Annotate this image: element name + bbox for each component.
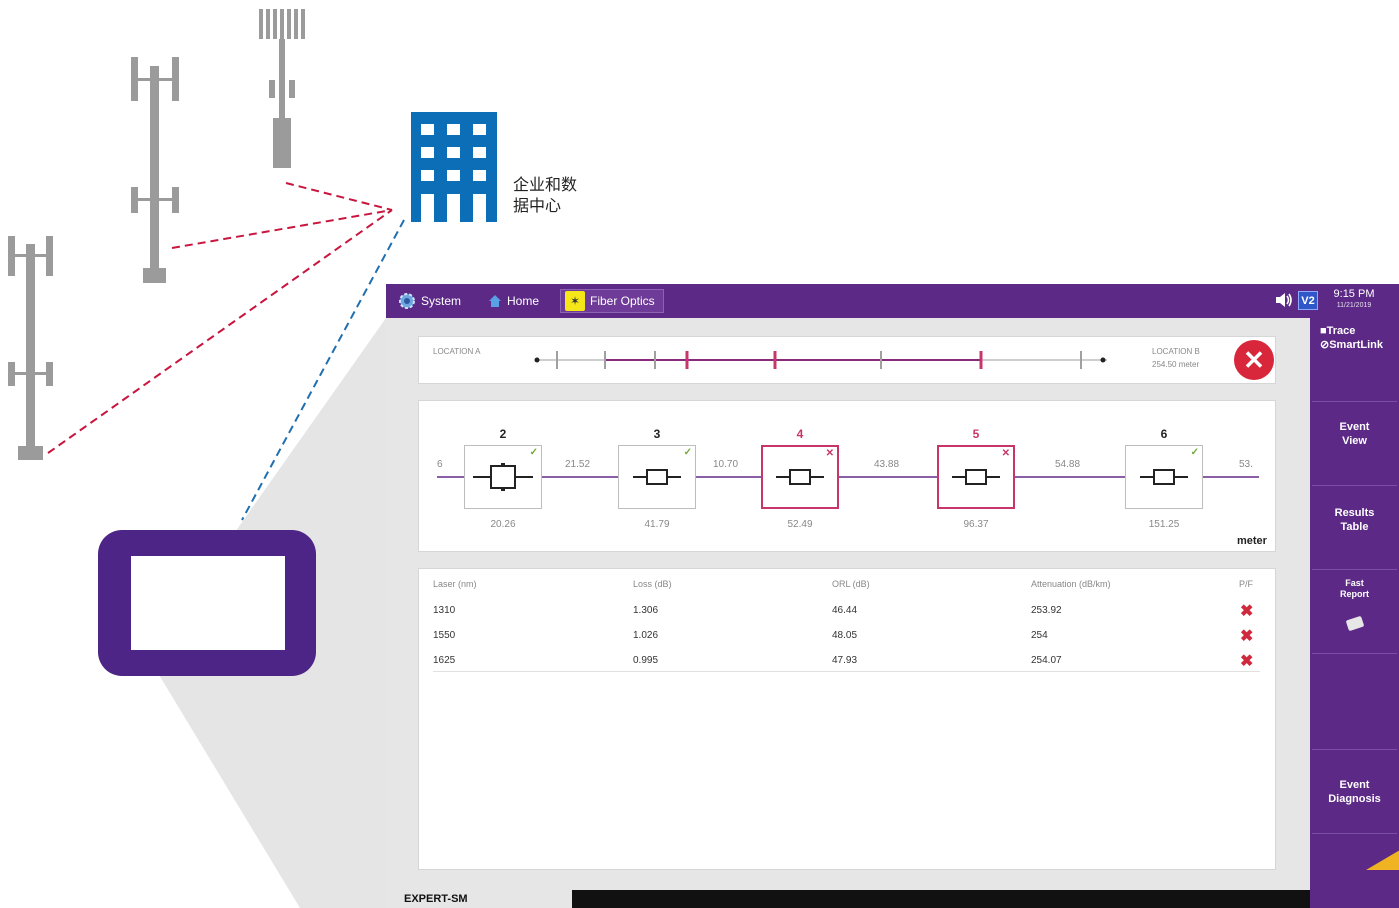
distance-unit: meter (1237, 535, 1267, 547)
fail-icon: ✖ (1240, 628, 1254, 645)
location-bar-panel: LOCATION A LOCATION B 254.50 meter (418, 336, 1276, 384)
event-number: 3 (653, 427, 661, 441)
empty-sidebar-slot (1312, 834, 1399, 908)
event-diagnosis-button[interactable]: Event Diagnosis (1312, 750, 1397, 834)
tablet-device-icon (98, 530, 316, 676)
event-number: 4 (796, 427, 804, 441)
event-distance: 41.79 (644, 519, 670, 530)
segment-value: 54.88 (1055, 459, 1081, 470)
corner-tab-icon[interactable] (1366, 850, 1399, 870)
fast-report-button[interactable]: Fast Report (1312, 570, 1397, 654)
cell-tower-icon (259, 9, 305, 168)
fail-icon: ✖ (1240, 603, 1254, 620)
clock: 9:15 PM 11/21/2019 (1333, 288, 1375, 309)
datacenter-label: 企业和数 据中心 (513, 175, 578, 215)
event-card[interactable]: ✓ (1125, 445, 1203, 509)
event-distance: 20.26 (490, 519, 516, 530)
report-icon (1345, 615, 1364, 632)
tab-fiber-optics[interactable]: ✶ Fiber Optics (560, 289, 664, 313)
fail-icon: ✕ (1001, 448, 1010, 459)
column-header: P/F (1239, 579, 1254, 589)
results-table-button[interactable]: Results Table (1312, 486, 1397, 570)
close-icon: ✕ (1243, 345, 1265, 375)
bottom-bar: EXPERT-SM (386, 890, 1310, 908)
top-bar: System Home ✶ Fiber Optics V2 9:15 PM 11… (386, 284, 1399, 318)
event-card[interactable]: ✓ (464, 445, 542, 509)
building-icon (411, 112, 497, 222)
row-divider (433, 671, 1260, 672)
connector-icon (633, 469, 681, 485)
event-number: 6 (1160, 427, 1168, 441)
cell-tower-icon (8, 236, 53, 460)
event-view-panel: 6 21.52 10.70 43.88 54.88 53. 2 ✓ 20.26 … (418, 400, 1276, 552)
column-header: Loss (dB) (633, 579, 672, 589)
segment-value: 53. (1239, 459, 1253, 470)
column-header: Laser (nm) (433, 579, 477, 589)
segment-value: 21.52 (565, 459, 591, 470)
connector-icon (1140, 469, 1188, 485)
event-distance: 151.25 (1148, 519, 1180, 530)
connector-icon (952, 469, 1000, 485)
event-distance: 52.49 (787, 519, 813, 530)
event-card[interactable]: ✓ (618, 445, 696, 509)
event-card[interactable]: ✕ (937, 445, 1015, 509)
connector-icon (776, 469, 824, 485)
column-header: ORL (dB) (832, 579, 870, 589)
column-header: Attenuation (dB/km) (1031, 579, 1111, 589)
close-button[interactable]: ✕ (1234, 340, 1274, 380)
segment-value: 6 (437, 459, 443, 470)
location-a-label: LOCATION A (433, 347, 481, 356)
trace-smartlink-button[interactable]: ■Trace ⊘SmartLink (1312, 318, 1397, 402)
speaker-icon[interactable] (1274, 291, 1294, 314)
segment-value: 10.70 (713, 459, 739, 470)
check-icon: ✓ (683, 447, 692, 458)
connector-icon (473, 463, 533, 491)
event-card[interactable]: ✕ (761, 445, 839, 509)
cell-tower-icon (131, 57, 179, 283)
check-icon: ✓ (1190, 447, 1199, 458)
v2-badge[interactable]: V2 (1298, 291, 1318, 310)
gear-icon (398, 292, 416, 310)
results-table: Laser (nm) Loss (dB) ORL (dB) Attenuatio… (418, 568, 1276, 870)
home-icon (488, 294, 502, 308)
empty-sidebar-slot (1312, 654, 1397, 750)
segment-value: 43.88 (874, 459, 900, 470)
event-view-button[interactable]: Event View (1312, 402, 1397, 486)
tab-system[interactable]: System (398, 289, 461, 313)
event-distance: 96.37 (963, 519, 989, 530)
event-number: 5 (972, 427, 980, 441)
right-sidebar: ■Trace ⊘SmartLink Event View Results Tab… (1310, 318, 1399, 908)
fiber-icon: ✶ (565, 291, 585, 311)
location-b-label: LOCATION B 254.50 meter (1152, 347, 1200, 369)
device-screen: System Home ✶ Fiber Optics V2 9:15 PM 11… (386, 284, 1399, 908)
check-icon: ✓ (529, 447, 538, 458)
tab-home[interactable]: Home (488, 289, 539, 313)
fail-icon: ✖ (1240, 653, 1254, 670)
event-number: 2 (499, 427, 507, 441)
expert-sm-label[interactable]: EXPERT-SM (386, 890, 572, 908)
link-overview (534, 351, 1107, 369)
fail-icon: ✕ (825, 448, 834, 459)
